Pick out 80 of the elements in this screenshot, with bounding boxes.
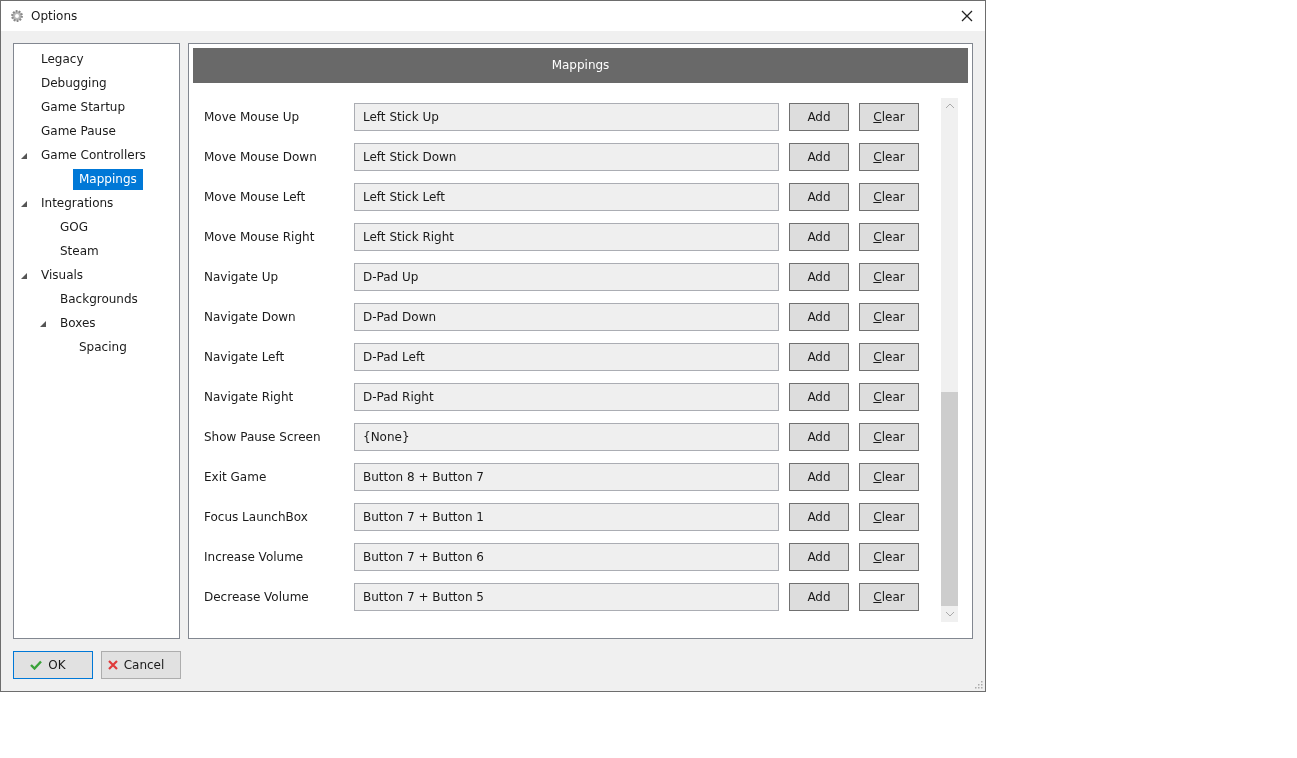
clear-button[interactable]: Clear — [859, 182, 919, 211]
expand-arrow-icon[interactable] — [21, 272, 27, 279]
clear-button[interactable]: Clear — [859, 342, 919, 371]
mapping-field[interactable]: Left Stick Down — [354, 142, 779, 171]
mapping-field[interactable]: D-Pad Down — [354, 302, 779, 331]
tree-item[interactable]: Game Startup — [35, 97, 132, 119]
scroll-thumb[interactable] — [941, 391, 958, 606]
add-button[interactable]: Add — [789, 382, 849, 411]
mapping-field[interactable]: Button 8 + Button 7 — [354, 462, 779, 491]
add-button[interactable]: Add — [789, 222, 849, 251]
mapping-field[interactable]: D-Pad Left — [354, 342, 779, 371]
add-button[interactable]: Add — [789, 302, 849, 331]
expand-arrow-icon[interactable] — [21, 152, 27, 159]
close-icon[interactable] — [961, 9, 973, 22]
mapping-field[interactable]: D-Pad Right — [354, 382, 779, 411]
add-button[interactable]: Add — [789, 342, 849, 371]
add-button[interactable]: Add — [789, 142, 849, 171]
gear-icon — [10, 8, 24, 23]
clear-button[interactable]: Clear — [859, 582, 919, 611]
cancel-button[interactable]: Cancel — [101, 651, 181, 679]
tree-item[interactable]: Mappings — [73, 169, 143, 191]
cross-icon — [107, 660, 118, 670]
mapping-label: Focus LaunchBox — [204, 509, 309, 524]
tree-item[interactable]: Game Controllers — [35, 145, 152, 167]
mapping-label: Move Mouse Right — [204, 229, 316, 244]
mapping-label: Increase Volume — [204, 549, 305, 564]
tree-item[interactable]: Legacy — [35, 49, 90, 71]
mapping-field[interactable]: Left Stick Left — [354, 182, 779, 211]
mapping-field[interactable]: Button 7 + Button 1 — [354, 502, 779, 531]
tree-item[interactable]: Game Pause — [35, 121, 122, 143]
check-icon — [30, 660, 43, 670]
window-title: Options — [31, 8, 78, 23]
add-button[interactable]: Add — [789, 582, 849, 611]
add-button[interactable]: Add — [789, 542, 849, 571]
clear-button[interactable]: Clear — [859, 462, 919, 491]
tree-item[interactable]: Backgrounds — [54, 289, 144, 311]
tree-item[interactable]: Spacing — [73, 337, 133, 359]
add-button[interactable]: Add — [789, 502, 849, 531]
mapping-label: Navigate Up — [204, 269, 280, 284]
mapping-field[interactable]: Button 7 + Button 6 — [354, 542, 779, 571]
clear-button[interactable]: Clear — [859, 222, 919, 251]
mapping-field[interactable]: Left Stick Up — [354, 102, 779, 131]
ok-button[interactable]: OK — [13, 651, 93, 679]
mapping-field[interactable]: Left Stick Right — [354, 222, 779, 251]
tree-item[interactable]: Integrations — [35, 193, 120, 215]
clear-button[interactable]: Clear — [859, 502, 919, 531]
tree-item[interactable]: GOG — [54, 217, 95, 239]
add-button[interactable]: Add — [789, 462, 849, 491]
expand-arrow-icon[interactable] — [40, 320, 46, 327]
clear-button[interactable]: Clear — [859, 142, 919, 171]
clear-button[interactable]: Clear — [859, 302, 919, 331]
mapping-field[interactable]: Button 7 + Button 5 — [354, 582, 779, 611]
scrollbar[interactable] — [941, 97, 958, 622]
clear-button[interactable]: Clear — [859, 542, 919, 571]
mapping-field[interactable]: D-Pad Up — [354, 262, 779, 291]
mapping-field[interactable]: {None} — [354, 422, 779, 451]
add-button[interactable]: Add — [789, 182, 849, 211]
expand-arrow-icon[interactable] — [21, 200, 27, 207]
mapping-label: Move Mouse Left — [204, 189, 307, 204]
mapping-label: Move Mouse Up — [204, 109, 301, 124]
mapping-label: Move Mouse Down — [204, 149, 318, 164]
mapping-label: Decrease Volume — [204, 589, 310, 604]
clear-button[interactable]: Clear — [859, 262, 919, 291]
mapping-label: Show Pause Screen — [204, 429, 322, 444]
tree-item[interactable]: Visuals — [35, 265, 90, 287]
mapping-label: Exit Game — [204, 469, 268, 484]
add-button[interactable]: Add — [789, 422, 849, 451]
tree-item[interactable]: Debugging — [35, 73, 113, 95]
resize-grip-icon[interactable] — [973, 679, 983, 689]
clear-button[interactable]: Clear — [859, 422, 919, 451]
tree-item[interactable]: Boxes — [54, 313, 102, 335]
add-button[interactable]: Add — [789, 262, 849, 291]
mapping-label: Navigate Left — [204, 349, 286, 364]
mapping-label: Navigate Down — [204, 309, 297, 324]
clear-button[interactable]: Clear — [859, 102, 919, 131]
add-button[interactable]: Add — [789, 102, 849, 131]
panel-header: Mappings — [193, 47, 968, 83]
mapping-label: Navigate Right — [204, 389, 295, 404]
clear-button[interactable]: Clear — [859, 382, 919, 411]
tree-item[interactable]: Steam — [54, 241, 105, 263]
